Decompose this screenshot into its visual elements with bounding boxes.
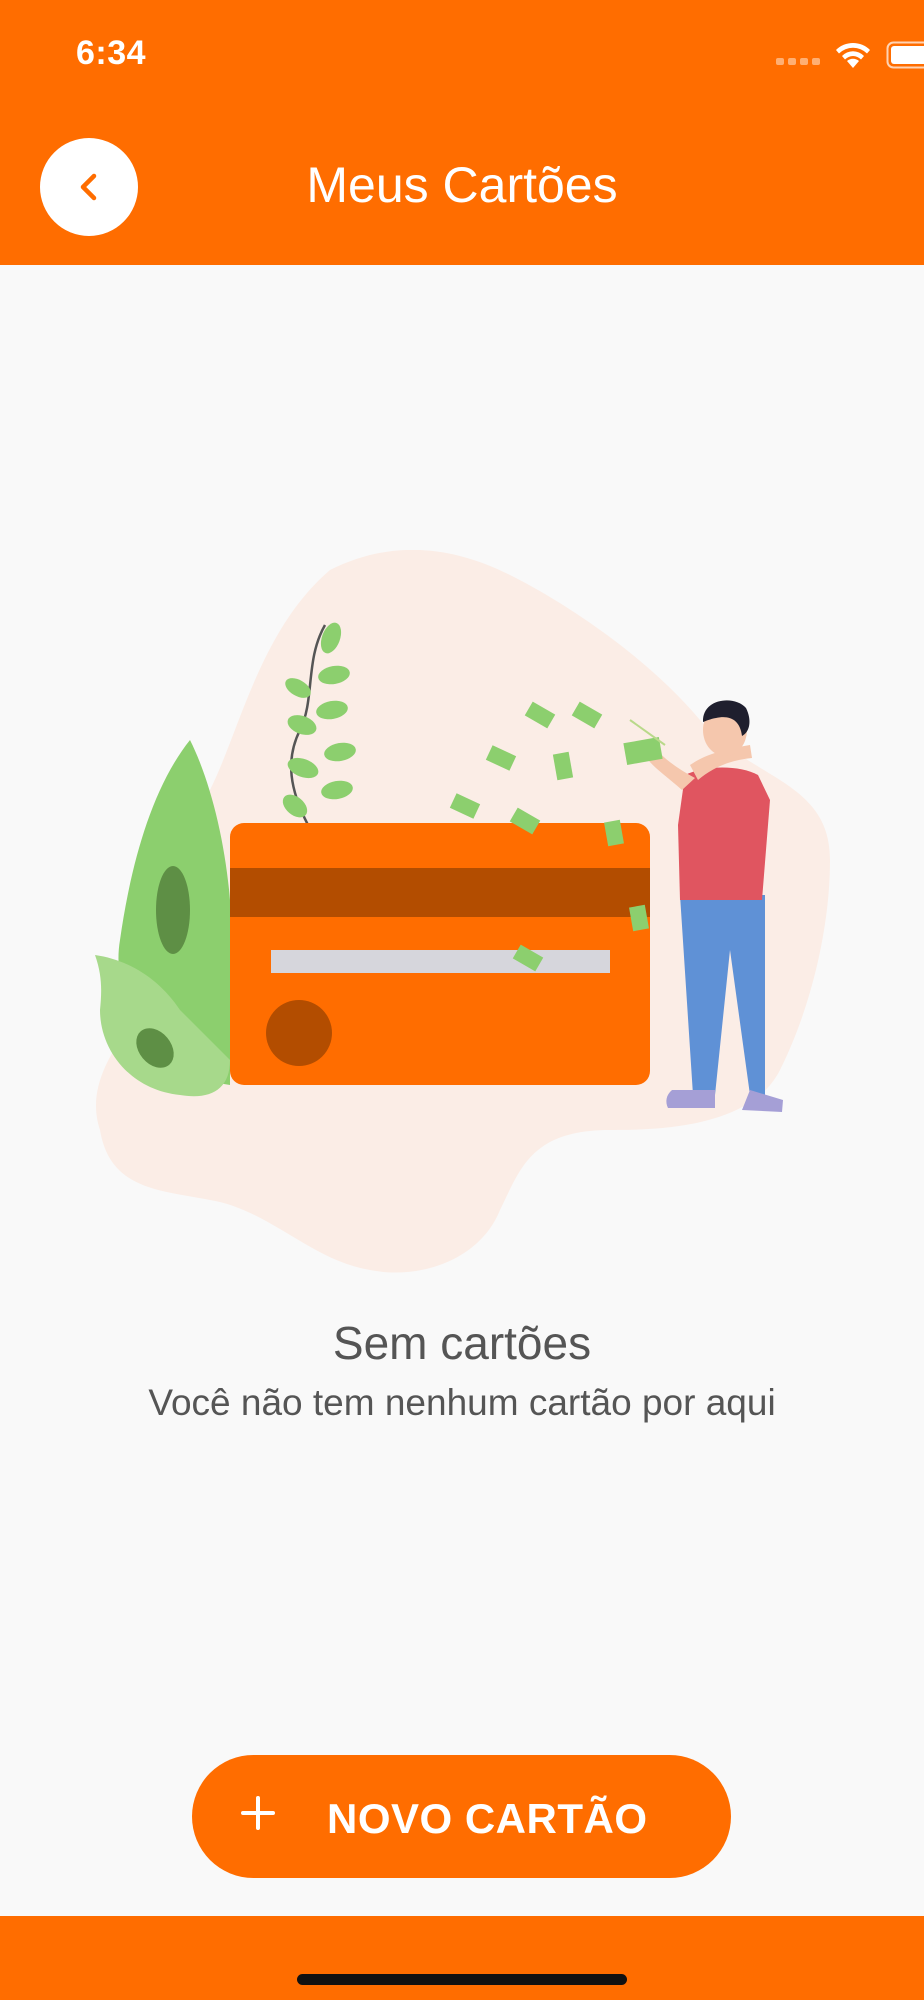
person-shirt [678, 767, 770, 900]
card-chip [266, 1000, 332, 1066]
leaf-spot [156, 866, 190, 954]
card-signature-strip [271, 950, 610, 973]
wifi-icon [836, 42, 870, 68]
empty-state-subtitle: Você não tem nenhum cartão por aqui [148, 1382, 776, 1423]
credit-card-with-money-illustration [95, 550, 830, 1273]
bottom-bar [0, 1916, 924, 2000]
app-header: 6:34 Meus Cartões [0, 0, 924, 265]
signal-icon [776, 58, 820, 65]
person-shoe-left [666, 1090, 715, 1108]
home-indicator[interactable] [297, 1974, 627, 1985]
empty-state-title: Sem cartões [332, 1317, 592, 1369]
new-card-button[interactable]: NOVO CARTÃO [192, 1755, 731, 1878]
battery-icon [886, 41, 924, 69]
page-title: Meus Cartões [306, 157, 618, 213]
status-time: 6:34 [76, 34, 147, 72]
card-magnetic-stripe [230, 868, 650, 917]
plus-icon [241, 1796, 275, 1830]
new-card-label: NOVO CARTÃO [327, 1795, 648, 1842]
